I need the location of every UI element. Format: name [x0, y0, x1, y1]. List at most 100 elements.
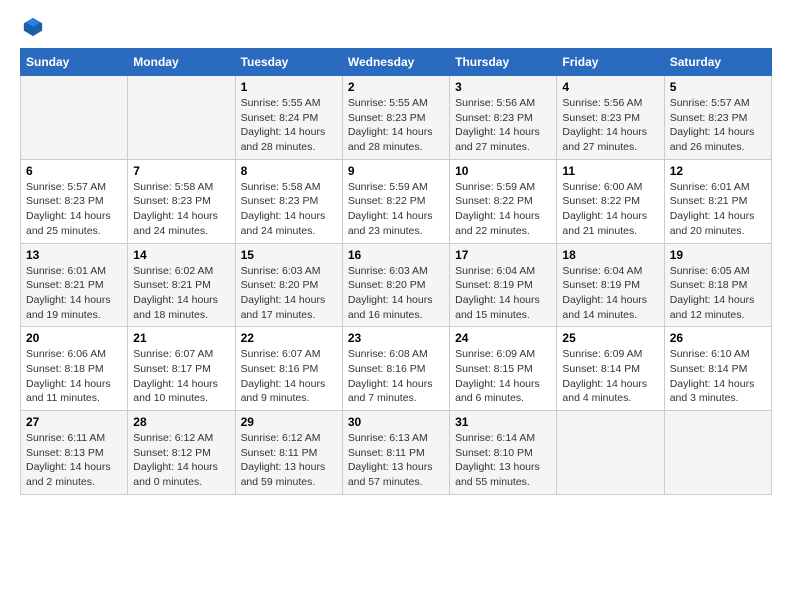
calendar-cell: 22 Sunrise: 6:07 AMSunset: 8:16 PMDayligh… — [235, 327, 342, 411]
calendar-cell: 4 Sunrise: 5:56 AMSunset: 8:23 PMDaylight… — [557, 76, 664, 160]
calendar-cell — [557, 411, 664, 495]
cell-content: Sunrise: 6:07 AMSunset: 8:17 PMDaylight:… — [133, 347, 229, 406]
cell-content: Sunrise: 6:01 AMSunset: 8:21 PMDaylight:… — [26, 264, 122, 323]
cell-content: Sunrise: 6:03 AMSunset: 8:20 PMDaylight:… — [348, 264, 444, 323]
calendar-cell: 21 Sunrise: 6:07 AMSunset: 8:17 PMDayligh… — [128, 327, 235, 411]
calendar-cell: 5 Sunrise: 5:57 AMSunset: 8:23 PMDaylight… — [664, 76, 771, 160]
cell-content: Sunrise: 5:55 AMSunset: 8:24 PMDaylight:… — [241, 96, 337, 155]
cell-content: Sunrise: 6:04 AMSunset: 8:19 PMDaylight:… — [562, 264, 658, 323]
calendar-cell: 11 Sunrise: 6:00 AMSunset: 8:22 PMDayligh… — [557, 159, 664, 243]
day-number: 15 — [241, 248, 337, 262]
calendar-cell: 12 Sunrise: 6:01 AMSunset: 8:21 PMDayligh… — [664, 159, 771, 243]
day-number: 22 — [241, 331, 337, 345]
day-number: 27 — [26, 415, 122, 429]
cell-content: Sunrise: 6:09 AMSunset: 8:15 PMDaylight:… — [455, 347, 551, 406]
calendar-cell: 23 Sunrise: 6:08 AMSunset: 8:16 PMDayligh… — [342, 327, 449, 411]
calendar-week-4: 20 Sunrise: 6:06 AMSunset: 8:18 PMDayligh… — [21, 327, 772, 411]
cell-content: Sunrise: 6:02 AMSunset: 8:21 PMDaylight:… — [133, 264, 229, 323]
cell-content: Sunrise: 6:00 AMSunset: 8:22 PMDaylight:… — [562, 180, 658, 239]
cell-content: Sunrise: 5:57 AMSunset: 8:23 PMDaylight:… — [26, 180, 122, 239]
calendar-cell: 19 Sunrise: 6:05 AMSunset: 8:18 PMDayligh… — [664, 243, 771, 327]
day-number: 1 — [241, 80, 337, 94]
cell-content: Sunrise: 5:59 AMSunset: 8:22 PMDaylight:… — [455, 180, 551, 239]
day-number: 20 — [26, 331, 122, 345]
day-number: 23 — [348, 331, 444, 345]
day-number: 17 — [455, 248, 551, 262]
col-header-monday: Monday — [128, 49, 235, 76]
cell-content: Sunrise: 6:04 AMSunset: 8:19 PMDaylight:… — [455, 264, 551, 323]
calendar-cell: 3Sunrise: 5:56 AMSunset: 8:23 PMDaylight… — [450, 76, 557, 160]
cell-content: Sunrise: 6:09 AMSunset: 8:14 PMDaylight:… — [562, 347, 658, 406]
col-header-tuesday: Tuesday — [235, 49, 342, 76]
col-header-friday: Friday — [557, 49, 664, 76]
calendar-cell — [664, 411, 771, 495]
day-number: 14 — [133, 248, 229, 262]
calendar-cell: 26 Sunrise: 6:10 AMSunset: 8:14 PMDayligh… — [664, 327, 771, 411]
cell-content: Sunrise: 6:14 AMSunset: 8:10 PMDaylight:… — [455, 431, 551, 490]
calendar-week-2: 6 Sunrise: 5:57 AMSunset: 8:23 PMDaylight… — [21, 159, 772, 243]
calendar-cell: 28Sunrise: 6:12 AMSunset: 8:12 PMDayligh… — [128, 411, 235, 495]
calendar-cell: 24Sunrise: 6:09 AMSunset: 8:15 PMDayligh… — [450, 327, 557, 411]
calendar-cell: 29 Sunrise: 6:12 AMSunset: 8:11 PMDayligh… — [235, 411, 342, 495]
cell-content: Sunrise: 6:01 AMSunset: 8:21 PMDaylight:… — [670, 180, 766, 239]
calendar-cell: 31Sunrise: 6:14 AMSunset: 8:10 PMDayligh… — [450, 411, 557, 495]
calendar-cell: 16 Sunrise: 6:03 AMSunset: 8:20 PMDayligh… — [342, 243, 449, 327]
day-number: 12 — [670, 164, 766, 178]
calendar-cell: 15Sunrise: 6:03 AMSunset: 8:20 PMDayligh… — [235, 243, 342, 327]
cell-content: Sunrise: 6:11 AMSunset: 8:13 PMDaylight:… — [26, 431, 122, 490]
calendar-cell — [21, 76, 128, 160]
day-number: 16 — [348, 248, 444, 262]
day-number: 4 — [562, 80, 658, 94]
calendar-week-5: 27 Sunrise: 6:11 AMSunset: 8:13 PMDayligh… — [21, 411, 772, 495]
cell-content: Sunrise: 6:07 AMSunset: 8:16 PMDaylight:… — [241, 347, 337, 406]
day-number: 10 — [455, 164, 551, 178]
cell-content: Sunrise: 6:12 AMSunset: 8:11 PMDaylight:… — [241, 431, 337, 490]
cell-content: Sunrise: 6:12 AMSunset: 8:12 PMDaylight:… — [133, 431, 229, 490]
day-number: 9 — [348, 164, 444, 178]
day-number: 25 — [562, 331, 658, 345]
calendar-table: SundayMondayTuesdayWednesdayThursdayFrid… — [20, 48, 772, 495]
cell-content: Sunrise: 5:57 AMSunset: 8:23 PMDaylight:… — [670, 96, 766, 155]
col-header-sunday: Sunday — [21, 49, 128, 76]
calendar-cell: 6 Sunrise: 5:57 AMSunset: 8:23 PMDaylight… — [21, 159, 128, 243]
col-header-thursday: Thursday — [450, 49, 557, 76]
calendar-cell: 9 Sunrise: 5:59 AMSunset: 8:22 PMDaylight… — [342, 159, 449, 243]
calendar-cell: 18 Sunrise: 6:04 AMSunset: 8:19 PMDayligh… — [557, 243, 664, 327]
day-number: 5 — [670, 80, 766, 94]
day-number: 29 — [241, 415, 337, 429]
calendar-cell: 1 Sunrise: 5:55 AMSunset: 8:24 PMDaylight… — [235, 76, 342, 160]
day-number: 18 — [562, 248, 658, 262]
logo — [20, 16, 44, 38]
day-number: 21 — [133, 331, 229, 345]
cell-content: Sunrise: 5:55 AMSunset: 8:23 PMDaylight:… — [348, 96, 444, 155]
calendar-cell: 13Sunrise: 6:01 AMSunset: 8:21 PMDayligh… — [21, 243, 128, 327]
col-header-wednesday: Wednesday — [342, 49, 449, 76]
day-number: 26 — [670, 331, 766, 345]
calendar-cell: 25 Sunrise: 6:09 AMSunset: 8:14 PMDayligh… — [557, 327, 664, 411]
cell-content: Sunrise: 6:10 AMSunset: 8:14 PMDaylight:… — [670, 347, 766, 406]
calendar-cell: 30 Sunrise: 6:13 AMSunset: 8:11 PMDayligh… — [342, 411, 449, 495]
cell-content: Sunrise: 6:08 AMSunset: 8:16 PMDaylight:… — [348, 347, 444, 406]
col-header-saturday: Saturday — [664, 49, 771, 76]
calendar-cell: 8 Sunrise: 5:58 AMSunset: 8:23 PMDaylight… — [235, 159, 342, 243]
calendar-cell — [128, 76, 235, 160]
day-number: 6 — [26, 164, 122, 178]
cell-content: Sunrise: 6:06 AMSunset: 8:18 PMDaylight:… — [26, 347, 122, 406]
day-number: 8 — [241, 164, 337, 178]
cell-content: Sunrise: 5:58 AMSunset: 8:23 PMDaylight:… — [241, 180, 337, 239]
calendar-cell: 7Sunrise: 5:58 AMSunset: 8:23 PMDaylight… — [128, 159, 235, 243]
cell-content: Sunrise: 6:13 AMSunset: 8:11 PMDaylight:… — [348, 431, 444, 490]
cell-content: Sunrise: 5:56 AMSunset: 8:23 PMDaylight:… — [562, 96, 658, 155]
day-number: 3 — [455, 80, 551, 94]
day-number: 11 — [562, 164, 658, 178]
calendar-cell: 20 Sunrise: 6:06 AMSunset: 8:18 PMDayligh… — [21, 327, 128, 411]
page-header — [20, 16, 772, 38]
calendar-cell: 17 Sunrise: 6:04 AMSunset: 8:19 PMDayligh… — [450, 243, 557, 327]
calendar-week-3: 13Sunrise: 6:01 AMSunset: 8:21 PMDayligh… — [21, 243, 772, 327]
day-number: 30 — [348, 415, 444, 429]
cell-content: Sunrise: 5:59 AMSunset: 8:22 PMDaylight:… — [348, 180, 444, 239]
cell-content: Sunrise: 6:05 AMSunset: 8:18 PMDaylight:… — [670, 264, 766, 323]
day-number: 2 — [348, 80, 444, 94]
day-number: 19 — [670, 248, 766, 262]
day-number: 7 — [133, 164, 229, 178]
